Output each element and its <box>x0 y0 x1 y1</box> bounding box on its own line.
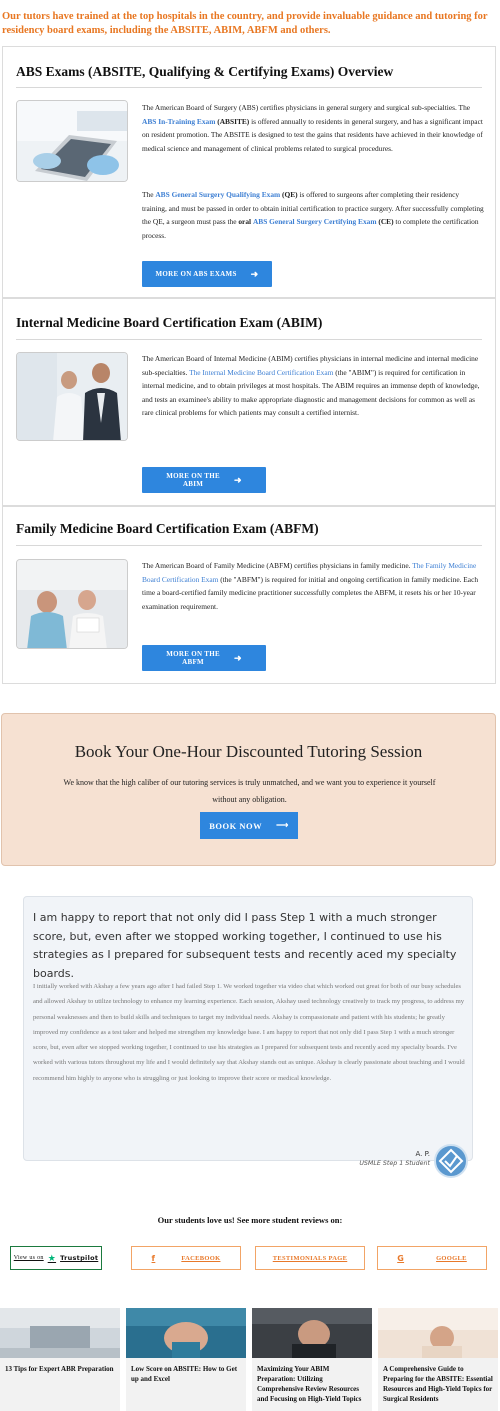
star-icon: ★ <box>47 1252 57 1263</box>
article-title: Low Score on ABSITE: How to Get up and E… <box>131 1365 238 1383</box>
text: View us on <box>13 1255 44 1261</box>
testimonial-body: I initially worked with Akshay a few yea… <box>33 983 465 1082</box>
article-card[interactable]: A Comprehensive Guide to Preparing for t… <box>378 1308 498 1411</box>
button-label: GOOGLE <box>436 1254 467 1262</box>
article-title: A Comprehensive Guide to Preparing for t… <box>383 1365 493 1403</box>
article-title: 13 Tips for Expert ABR Preparation <box>5 1365 114 1373</box>
author-role: USMLE Step 1 Student <box>359 1160 430 1167</box>
button-label-line: ABIM <box>182 480 204 488</box>
abim-exam-link[interactable]: The Internal Medicine Board Certificatio… <box>189 368 333 377</box>
abfm-image <box>16 559 128 649</box>
more-abs-button[interactable]: MORE ON ABS EXAMS ➜ <box>142 261 272 287</box>
cta-text: We know that the high caliber of our tut… <box>63 778 436 804</box>
qualifying-exam-link[interactable]: ABS General Surgery Qualifying Exam <box>155 190 280 199</box>
button-label-line: ABFM <box>182 658 204 666</box>
button-label-line: MORE ON THE <box>166 650 220 658</box>
article-card[interactable]: Low Score on ABSITE: How to Get up and E… <box>126 1308 246 1411</box>
abim-paragraph: The American Board of Internal Medicine … <box>142 352 485 420</box>
absite-link[interactable]: ABS In-Training Exam <box>142 117 215 126</box>
testimonial-card: I am happy to report that not only did I… <box>23 896 473 1161</box>
google-icon: G <box>397 1253 405 1263</box>
abfm-title: Family Medicine Board Certification Exam… <box>16 521 319 536</box>
certifying-exam-link[interactable]: ABS General Surgery Certifying Exam <box>253 217 377 226</box>
abfm-section: Family Medicine Board Certification Exam… <box>2 506 496 684</box>
article-title: Maximizing Your ABIM Preparation: Utiliz… <box>257 1365 362 1403</box>
button-label: MORE ON ABS EXAMS <box>155 270 237 278</box>
reviews-heading: Our students love us! See more student r… <box>157 1215 343 1225</box>
book-now-button[interactable]: BOOK NOW ⟶ <box>200 812 298 839</box>
abs-section: ABS Exams (ABSITE, Qualifying & Certifyi… <box>2 46 496 298</box>
abs-title: ABS Exams (ABSITE, Qualifying & Certifyi… <box>16 64 394 79</box>
article-image <box>378 1308 498 1358</box>
button-label: BOOK NOW <box>209 820 263 831</box>
abim-section: Internal Medicine Board Certification Ex… <box>2 298 496 506</box>
button-label: MORE ON THE ABIM <box>166 472 220 488</box>
abfm-paragraph: The American Board of Family Medicine (A… <box>142 559 485 613</box>
arrow-right-icon: ➜ <box>250 268 259 279</box>
article-card[interactable]: 13 Tips for Expert ABR Preparation <box>0 1308 120 1411</box>
text: The <box>142 190 156 199</box>
button-label: MORE ON THE ABFM <box>166 650 220 666</box>
logo-icon <box>438 1148 464 1174</box>
article-image <box>252 1308 372 1358</box>
abs-paragraph-1: The American Board of Surgery (ABS) cert… <box>142 101 485 155</box>
button-label: TESTIMONIALS PAGE <box>272 1254 348 1262</box>
arrow-right-icon: ➜ <box>233 474 242 485</box>
author-avatar <box>434 1144 468 1178</box>
button-label: FACEBOOK <box>181 1254 221 1262</box>
google-button[interactable]: G GOOGLE <box>377 1246 487 1270</box>
booking-cta: Book Your One-Hour Discounted Tutoring S… <box>1 713 496 866</box>
testimonial-quote: I am happy to report that not only did I… <box>33 911 457 980</box>
text: The American Board of Surgery (ABS) cert… <box>142 103 471 112</box>
facebook-button[interactable]: f FACEBOOK <box>131 1246 241 1270</box>
testimonial-author: A. P. USMLE Step 1 Student <box>359 1150 430 1167</box>
article-image <box>0 1308 120 1358</box>
abs-paragraph-2: The ABS General Surgery Qualifying Exam … <box>142 188 485 242</box>
article-card[interactable]: Maximizing Your ABIM Preparation: Utiliz… <box>252 1308 372 1411</box>
article-image <box>126 1308 246 1358</box>
button-label-line: MORE ON THE <box>166 472 220 480</box>
author-name: A. P. <box>415 1150 430 1158</box>
facebook-icon: f <box>151 1253 156 1263</box>
abim-title: Internal Medicine Board Certification Ex… <box>16 315 323 330</box>
more-abfm-button[interactable]: MORE ON THE ABFM ➜ <box>142 645 266 671</box>
cta-title: Book Your One-Hour Discounted Tutoring S… <box>74 742 423 761</box>
text: Trustpilot <box>60 1254 99 1262</box>
arrow-right-icon: ⟶ <box>276 820 289 830</box>
divider <box>16 87 482 88</box>
text: (CE) <box>376 217 394 227</box>
divider <box>16 545 482 546</box>
arrow-right-icon: ➜ <box>233 652 242 663</box>
testimonials-page-button[interactable]: TESTIMONIALS PAGE <box>255 1246 365 1270</box>
divider <box>16 339 482 340</box>
text: (QE) <box>280 190 298 199</box>
text: (ABSITE) <box>215 116 250 126</box>
text: oral <box>238 217 252 227</box>
text: The American Board of Family Medicine (A… <box>142 561 413 570</box>
abim-image <box>16 352 128 441</box>
more-abim-button[interactable]: MORE ON THE ABIM ➜ <box>142 467 266 493</box>
intro-text: Our tutors have trained at the top hospi… <box>2 11 488 36</box>
abs-image <box>16 100 128 182</box>
trustpilot-button[interactable]: View us on ★ Trustpilot <box>10 1246 102 1270</box>
